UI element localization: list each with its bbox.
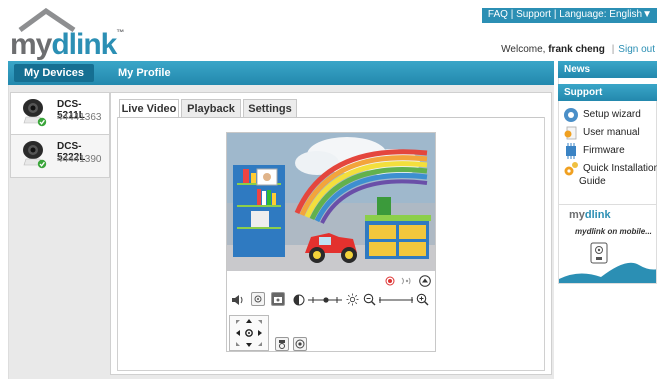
home-position-button[interactable] <box>275 337 289 351</box>
tab-playback[interactable]: Playback <box>181 99 241 118</box>
user-manual-icon <box>564 126 577 140</box>
video-feed <box>227 133 435 271</box>
welcome-bar: Welcome, frank cheng | Sign out <box>501 44 655 55</box>
quick-install-gear-icon <box>564 162 578 176</box>
camera-icon <box>23 99 47 127</box>
promo-logo-dlink: dlink <box>584 209 611 221</box>
promo-logo-my: my <box>569 209 585 221</box>
device-id: 44441390 <box>57 154 102 165</box>
mydlink-mobile-promo[interactable]: mydlink mydlink on mobile... <box>558 204 657 284</box>
mydlink-logo[interactable]: mydlink™ <box>8 6 128 62</box>
username: frank cheng <box>548 44 605 55</box>
support-item-label: Quick Installation <box>583 163 657 174</box>
promo-graphic <box>559 242 656 283</box>
status-row <box>227 275 435 287</box>
ptz-arrows-icon <box>236 319 262 347</box>
support-item-label: User manual <box>583 127 640 138</box>
support-body: Setup wizard User manual Firmware Quick … <box>558 101 657 218</box>
snapshot-button[interactable] <box>271 292 285 306</box>
logo-wordmark: mydlink™ <box>10 28 124 62</box>
zoom-slider[interactable] <box>378 294 414 306</box>
brightness-icon <box>346 293 359 306</box>
promo-logo: mydlink <box>569 209 611 221</box>
news-header[interactable]: News <box>558 61 657 78</box>
welcome-separator: | <box>611 44 615 55</box>
zoom-out-icon[interactable] <box>363 293 376 306</box>
logo-my: my <box>10 28 52 61</box>
support-item-user-manual[interactable]: User manual <box>563 125 640 144</box>
zoom-in-icon[interactable] <box>416 293 429 306</box>
camera-settings-icon <box>254 295 262 303</box>
tab-my-devices[interactable]: My Devices <box>14 64 94 82</box>
logo-tm: ™ <box>116 28 124 37</box>
snapshot-settings-button[interactable] <box>251 292 265 306</box>
signout-link[interactable]: Sign out <box>618 44 655 55</box>
ptz-control-pad[interactable] <box>229 315 269 351</box>
tab-settings[interactable]: Settings <box>243 99 297 118</box>
contrast-slider[interactable] <box>307 294 343 306</box>
main-nav: My Devices My Profile <box>8 61 554 85</box>
logo-dlink: dlink <box>51 28 117 61</box>
top-links-bar[interactable]: FAQ | Support | Language: English▼ <box>481 8 657 23</box>
tab-my-profile[interactable]: My Profile <box>106 64 183 82</box>
support-header: Support <box>558 84 657 101</box>
device-list: DCS-5211L 44441363 DCS-5222L 44441390 <box>10 92 110 178</box>
home-position-icon <box>279 340 285 349</box>
support-item-label: Setup wizard <box>583 109 641 120</box>
device-id: 44441363 <box>57 112 102 123</box>
patrol-button[interactable] <box>293 337 307 351</box>
record-icon[interactable] <box>385 276 395 286</box>
support-item-firmware[interactable]: Firmware <box>563 143 625 162</box>
support-panel: Support Setup wizard User manual Firmwar… <box>558 84 657 218</box>
snapshot-camera-icon <box>274 297 282 303</box>
tab-live-video[interactable]: Live Video <box>119 99 179 118</box>
control-toolbar <box>227 291 435 309</box>
setup-wizard-icon <box>564 108 578 122</box>
contrast-icon <box>293 294 305 306</box>
welcome-label: Welcome, <box>501 44 546 55</box>
signal-icon <box>401 277 411 285</box>
speaker-icon[interactable] <box>231 294 245 306</box>
support-item-setup-wizard[interactable]: Setup wizard <box>563 107 641 126</box>
support-item-label: Firmware <box>583 145 625 156</box>
patrol-icon <box>295 339 305 349</box>
support-item-quick-installation-guide[interactable]: Quick Installation Guide <box>563 161 657 187</box>
camera-icon <box>23 141 47 169</box>
firmware-chip-icon <box>566 143 576 159</box>
collapse-up-icon[interactable] <box>419 275 431 287</box>
device-item[interactable]: DCS-5222L 44441390 <box>10 135 110 178</box>
support-item-label-line2: Guide <box>579 176 606 187</box>
live-viewer <box>226 132 436 352</box>
device-item[interactable]: DCS-5211L 44441363 <box>10 92 110 135</box>
